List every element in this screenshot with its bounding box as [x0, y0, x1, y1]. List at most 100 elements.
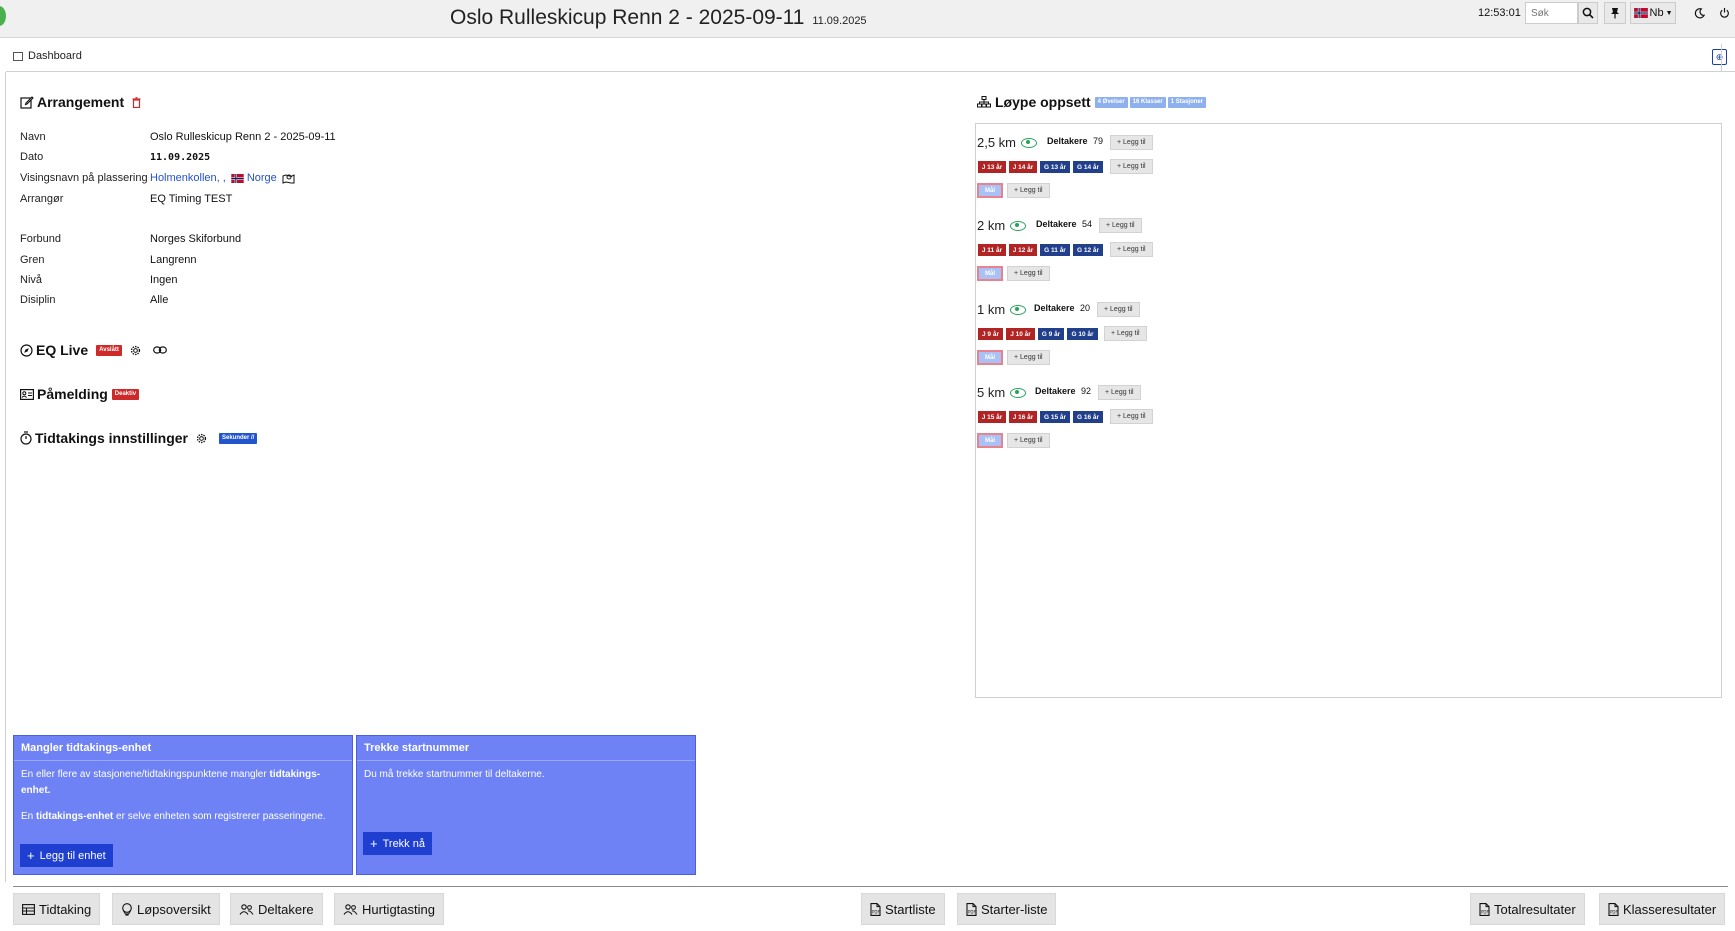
count-badge: 4 Øvelser — [1094, 96, 1128, 108]
divider — [13, 886, 1728, 887]
nav-klasseresultater[interactable]: PDF Klasseresultater — [1599, 893, 1726, 925]
loype-header: Løype oppsett 4 Øvelser 16 Klasser 1 Sta… — [977, 94, 1207, 110]
trash-icon[interactable] — [132, 96, 141, 108]
nav-totalresultater[interactable]: PDF Totalresultater — [1470, 893, 1585, 925]
add-class-button[interactable]: + Legg til — [1110, 159, 1153, 174]
search-input[interactable] — [1525, 2, 1578, 24]
nav-label: Deltakere — [258, 901, 314, 917]
add-class-button[interactable]: + Legg til — [1110, 242, 1153, 257]
class-badge[interactable]: G 13 år — [1040, 161, 1070, 173]
link-icon[interactable] — [153, 346, 167, 354]
add-unit-button[interactable]: + Legg til enhet — [20, 844, 113, 867]
nav-deltakere[interactable]: Deltakere — [230, 893, 323, 925]
location-value: Holmenkollen, , Norge — [150, 172, 295, 184]
norway-flag-icon — [1633, 8, 1648, 18]
class-badge[interactable]: J 12 år — [1009, 244, 1037, 256]
edit-icon[interactable] — [20, 95, 34, 109]
field-value: 11.09.2025 — [150, 152, 211, 163]
add-station-button[interactable]: + Legg til — [1007, 350, 1050, 365]
field-value: Langrenn — [150, 254, 197, 266]
nav-label: Starter-liste — [981, 901, 1048, 917]
class-badge[interactable]: G 16 år — [1073, 411, 1103, 423]
class-badge[interactable]: J 13 år — [978, 161, 1006, 173]
class-badge[interactable]: G 9 år — [1038, 328, 1064, 340]
eye-icon[interactable] — [1010, 220, 1027, 231]
compass-icon — [20, 343, 33, 357]
map-icon[interactable] — [282, 173, 295, 184]
participants-count: 92 — [1081, 386, 1092, 396]
language-label: Nb — [1649, 7, 1664, 19]
nav-label: Hurtigtasting — [362, 901, 435, 917]
class-badge[interactable]: G 11 år — [1040, 244, 1070, 256]
nav-tidtaking[interactable]: Tidtaking — [13, 893, 101, 925]
add-station-button[interactable]: + Legg til — [1007, 183, 1050, 198]
add-class-button[interactable]: + Legg til — [1104, 326, 1147, 341]
field-label: Disiplin — [20, 294, 56, 306]
add-station-button[interactable]: + Legg til — [1007, 433, 1050, 448]
finish-station[interactable]: Mål — [977, 183, 1003, 198]
nav-hurtigtasting[interactable]: Hurtigtasting — [334, 893, 444, 925]
card-text: En tidtakings-enhet er selve enheten som… — [21, 811, 326, 822]
class-badge[interactable]: J 9 år — [978, 328, 1003, 340]
add-participant-button[interactable]: + Legg til — [1110, 135, 1153, 150]
section-title: Løype oppsett — [995, 94, 1091, 110]
class-badge[interactable]: J 14 år — [1009, 161, 1037, 173]
field-label: Navn — [20, 131, 46, 143]
location-link[interactable]: Holmenkollen, , — [150, 172, 226, 184]
eye-icon[interactable] — [1021, 137, 1038, 148]
status-badge: Avslått — [96, 344, 122, 356]
field-label: Forbund — [20, 233, 61, 245]
class-badge[interactable]: J 15 år — [978, 411, 1006, 423]
nav-starter-liste[interactable]: PDF Starter-liste — [957, 893, 1057, 925]
eye-icon[interactable] — [1010, 387, 1027, 398]
gear-icon[interactable] — [130, 345, 141, 356]
nav-lopsoversikt[interactable]: Løpsoversikt — [112, 893, 220, 925]
add-participant-button[interactable]: + Legg til — [1098, 385, 1141, 400]
id-card-icon — [20, 388, 34, 400]
divider — [1721, 44, 1722, 72]
pin-panel-button[interactable]: ⊕ — [1712, 49, 1727, 65]
country-link[interactable]: Norge — [247, 172, 277, 184]
theme-toggle[interactable] — [1688, 2, 1710, 24]
search-icon — [1582, 7, 1594, 19]
page-title: Oslo Rulleskicup Renn 2 - 2025-09-11 11.… — [450, 6, 867, 29]
class-badge[interactable]: G 15 år — [1040, 411, 1070, 423]
field-value: EQ Timing TEST — [150, 193, 233, 205]
draw-now-button[interactable]: + Trekk nå — [363, 832, 432, 855]
search-button[interactable] — [1578, 2, 1598, 24]
breadcrumb-bar — [6, 44, 1735, 72]
gear-icon[interactable] — [196, 433, 207, 444]
field-value: Alle — [150, 294, 169, 306]
class-badge[interactable]: J 16 år — [1009, 411, 1037, 423]
course-length: 5 km — [977, 385, 1006, 400]
course-block: 5 km Deltakere 92 + Legg til J 15 år J 1… — [977, 383, 1277, 458]
class-badge[interactable]: J 10 år — [1006, 328, 1035, 340]
add-participant-button[interactable]: + Legg til — [1097, 302, 1140, 317]
class-badge[interactable]: G 12 år — [1073, 244, 1103, 256]
power-button[interactable] — [1714, 2, 1734, 24]
nav-startliste[interactable]: PDF Startliste — [861, 893, 945, 925]
add-class-button[interactable]: + Legg til — [1110, 409, 1153, 424]
plus-icon: + — [370, 836, 378, 851]
add-participant-button[interactable]: + Legg til — [1099, 218, 1142, 233]
top-bar — [0, 0, 1735, 38]
finish-station[interactable]: Mål — [977, 433, 1003, 448]
field-label: Nivå — [20, 274, 43, 286]
course-length: 2 km — [977, 218, 1006, 233]
card-title: Trekke startnummer — [357, 736, 695, 761]
nav-label: Startliste — [885, 901, 936, 917]
finish-station[interactable]: Mål — [977, 266, 1003, 281]
class-badge[interactable]: G 10 år — [1067, 328, 1098, 340]
finish-station[interactable]: Mål — [977, 350, 1003, 365]
eye-icon[interactable] — [1010, 304, 1027, 315]
add-station-button[interactable]: + Legg til — [1007, 266, 1050, 281]
section-title: EQ Live — [36, 342, 89, 358]
language-select[interactable]: Nb ▼ — [1630, 2, 1676, 24]
class-badge[interactable]: G 14 år — [1073, 161, 1103, 173]
breadcrumb[interactable]: Dashboard — [28, 50, 82, 62]
class-badge[interactable]: J 11 år — [978, 244, 1006, 256]
users-icon — [343, 903, 358, 915]
pin-button[interactable] — [1604, 2, 1626, 24]
nav-label: Klasseresultater — [1623, 901, 1717, 917]
field-label: Dato — [20, 151, 44, 163]
